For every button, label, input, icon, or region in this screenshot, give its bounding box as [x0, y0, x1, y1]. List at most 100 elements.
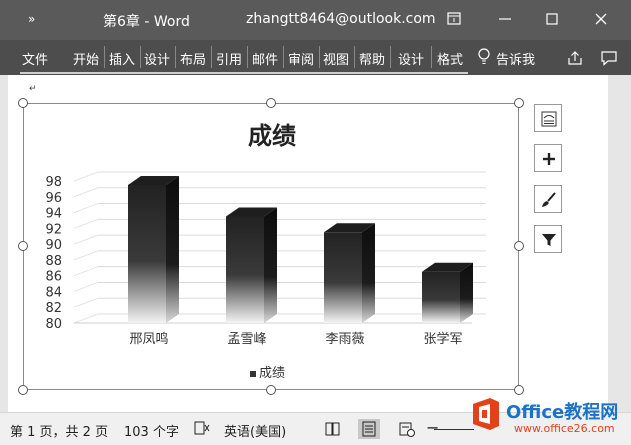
tab-separator — [247, 46, 248, 68]
bar-front — [226, 216, 264, 323]
tab-mailings[interactable]: 邮件 — [252, 49, 278, 68]
zoom-slider[interactable] — [434, 429, 474, 430]
tab-review[interactable]: 审阅 — [288, 49, 314, 68]
watermark-url: www.office26.com — [514, 422, 615, 435]
x-category-label: 张学军 — [423, 331, 462, 347]
y-tick-label: 96 — [45, 191, 62, 206]
read-mode-icon[interactable] — [322, 419, 344, 439]
tell-me-search[interactable]: 告诉我 — [496, 49, 535, 68]
word-count[interactable]: 103 个字 — [124, 421, 179, 440]
gridline-depth — [73, 266, 99, 277]
resize-handle-right[interactable] — [514, 241, 524, 251]
chart-styles-button[interactable] — [534, 185, 562, 213]
title-bar: » 第6章 - Word zhangtt8464@outlook.com — [0, 0, 631, 40]
gridline-depth — [73, 297, 99, 308]
watermark-logo: Office教程网 www.office26.com — [470, 392, 628, 444]
gridline-depth — [73, 281, 99, 292]
office-logo-icon — [473, 398, 499, 430]
y-tick-label: 92 — [45, 222, 62, 237]
page-count[interactable]: 第 1 页，共 2 页 — [10, 421, 108, 440]
print-layout-icon[interactable] — [358, 419, 380, 439]
lightbulb-icon[interactable] — [477, 48, 491, 70]
chart-elements-button[interactable] — [534, 144, 562, 172]
tab-separator — [175, 46, 176, 68]
layout-options-button[interactable] — [534, 104, 562, 132]
tab-view[interactable]: 视图 — [323, 49, 349, 68]
language-indicator[interactable]: 英语(美国) — [224, 421, 286, 440]
gridline-depth — [73, 218, 99, 229]
y-tick-label: 86 — [45, 270, 62, 285]
gridline-depth — [73, 250, 99, 261]
layout-options-icon — [541, 111, 557, 127]
chart-legend[interactable]: 成绩 — [250, 362, 285, 381]
gridline-depth — [73, 187, 99, 198]
tab-separator — [140, 46, 141, 68]
web-layout-icon[interactable] — [396, 419, 418, 439]
tab-separator — [283, 46, 284, 68]
x-category-label: 邢凤鸣 — [129, 331, 168, 347]
tab-chart-format[interactable]: 格式 — [437, 49, 463, 68]
zoom-out-icon[interactable]: − — [426, 418, 439, 437]
bar-front — [128, 184, 166, 323]
plus-icon — [543, 153, 555, 165]
resize-handle-top-right[interactable] — [514, 98, 524, 108]
tab-layout[interactable]: 布局 — [180, 49, 206, 68]
filter-icon — [542, 234, 556, 246]
tab-chart-design[interactable]: 设计 — [398, 49, 424, 68]
legend-swatch — [250, 370, 256, 377]
y-tick-label: 94 — [45, 207, 62, 222]
share-icon[interactable] — [566, 49, 584, 71]
chart-filters-button[interactable] — [534, 225, 562, 253]
gridline-depth — [73, 171, 99, 182]
paragraph-mark: ↵ — [29, 84, 37, 94]
bar-front — [324, 232, 362, 323]
y-tick-label: 82 — [45, 301, 62, 316]
resize-handle-top-left[interactable] — [18, 98, 28, 108]
y-tick-label: 80 — [45, 317, 62, 332]
document-title: 第6章 - Word — [103, 14, 190, 30]
resize-handle-left[interactable] — [18, 241, 28, 251]
gridline-depth — [73, 313, 99, 324]
tab-separator — [390, 46, 391, 68]
ribbon-display-options-icon[interactable] — [443, 8, 465, 30]
y-tick-label: 90 — [45, 238, 62, 253]
chart-plot-area[interactable]: 98969492908886848280 邢凤鸣 孟雪峰 李雨薇 张学军 — [24, 104, 520, 391]
bar-side — [362, 223, 375, 323]
quick-access-more-button[interactable]: » — [28, 12, 35, 26]
resize-handle-bottom-left[interactable] — [18, 385, 28, 395]
legend-label: 成绩 — [259, 366, 286, 381]
account-name[interactable]: zhangtt8464@outlook.com — [246, 11, 436, 27]
tab-file[interactable]: 文件 — [22, 49, 48, 68]
watermark-brand: Office教程网 — [506, 402, 619, 423]
proofing-icon[interactable] — [193, 419, 211, 441]
bar-side — [460, 262, 473, 323]
x-category-label: 孟雪峰 — [227, 332, 266, 347]
tab-separator — [431, 46, 432, 68]
close-icon[interactable] — [590, 8, 612, 30]
gridline-depth — [73, 203, 99, 214]
brush-icon — [542, 192, 556, 207]
tab-separator — [319, 46, 320, 68]
maximize-icon[interactable] — [541, 8, 563, 30]
resize-handle-bottom[interactable] — [266, 385, 276, 395]
tab-separator — [211, 46, 212, 68]
comments-icon[interactable] — [600, 49, 618, 71]
resize-handle-top[interactable] — [266, 98, 276, 108]
y-tick-label: 88 — [45, 254, 62, 269]
y-tick-label: 98 — [45, 175, 62, 190]
tab-references[interactable]: 引用 — [216, 49, 242, 68]
chart-object[interactable]: 成绩 98 96 94 92 90 88 86 84 82 80 邢凤鸣 孟雪峰 李雨薇 张学军 成绩 — [23, 103, 519, 390]
bar-front — [422, 271, 460, 323]
tab-design[interactable]: 设计 — [144, 49, 170, 68]
x-category-label: 李雨薇 — [325, 332, 364, 347]
tab-help[interactable]: 帮助 — [359, 49, 385, 68]
tab-home[interactable]: 开始 — [73, 49, 99, 68]
tab-separator — [104, 46, 105, 68]
ribbon-tabs: 文件 开始 插入 设计 布局 引用 邮件 审阅 视图 帮助 设计 格式 告诉我 — [0, 40, 631, 75]
tab-insert[interactable]: 插入 — [109, 49, 135, 68]
minimize-icon[interactable] — [494, 8, 516, 30]
gridline-depth — [73, 234, 99, 245]
ribbon-collapsed-bar — [20, 72, 468, 74]
bar-side — [264, 207, 277, 323]
bar-side — [166, 175, 179, 323]
